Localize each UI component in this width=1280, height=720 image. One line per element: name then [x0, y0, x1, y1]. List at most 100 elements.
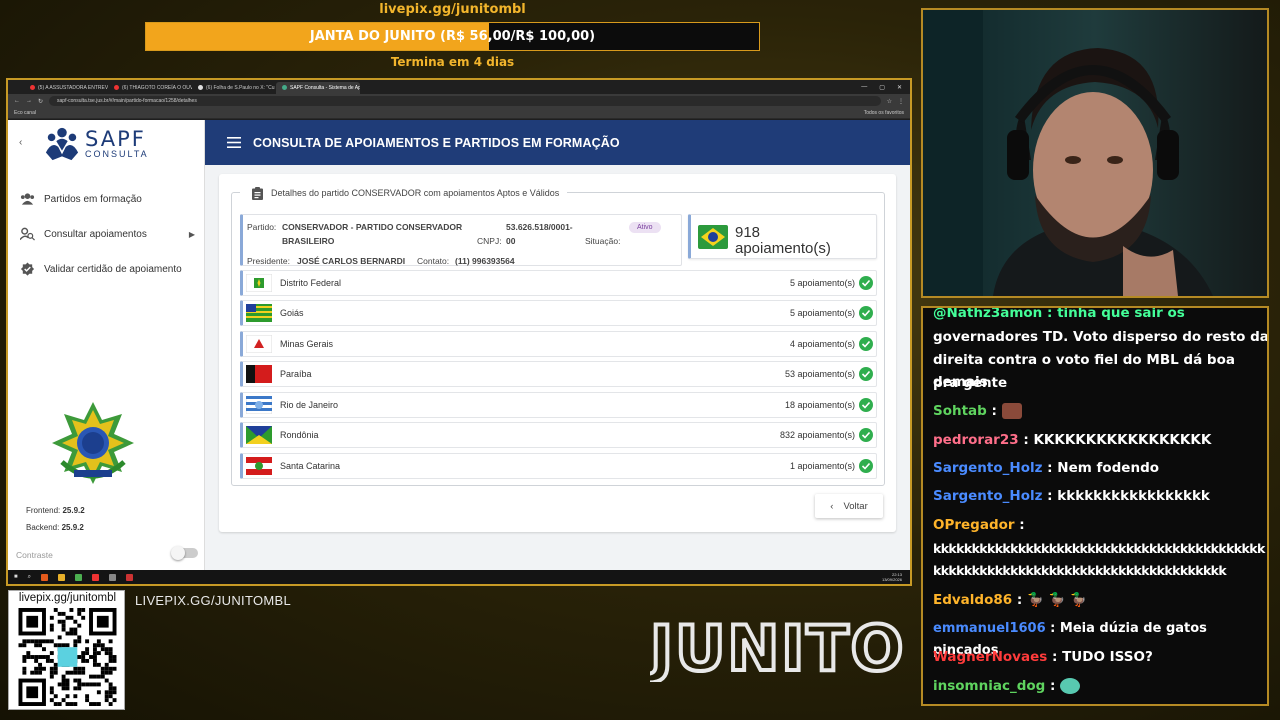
browser-tab[interactable]: (5) A ASSUSTADORA ENTREVI	[24, 82, 108, 94]
app-icon[interactable]	[109, 573, 116, 581]
person-search-icon	[20, 227, 35, 241]
sidebar-collapse-icon[interactable]: ‹	[19, 137, 22, 148]
browser-toolbar: ← → ↻ sapf-consulta.tse.jus.br/#/main/pa…	[8, 94, 910, 108]
state-name: Distrito Federal	[280, 278, 342, 288]
chat-username[interactable]: Sohtab	[933, 403, 987, 419]
app-icon[interactable]	[92, 573, 99, 581]
total-supports-label: apoiamento(s)	[735, 240, 831, 257]
chat-username[interactable]: Sargento_Holz	[933, 460, 1042, 476]
search-icon[interactable]: ⌕	[28, 574, 31, 581]
hamburger-menu-icon[interactable]	[227, 137, 241, 148]
chat-username[interactable]: pedrorar23	[933, 432, 1019, 448]
brazil-coat-of-arms-icon	[52, 402, 134, 484]
tab-favicon	[198, 85, 203, 90]
state-count: 4 apoiamento(s)	[789, 339, 855, 349]
app-icon[interactable]	[126, 573, 133, 581]
state-name: Minas Gerais	[280, 339, 334, 349]
chat-text: @Nathz3amon : tinha que sair os	[933, 306, 1185, 321]
total-supports-box: 918 apoiamento(s)	[688, 214, 877, 259]
svg-text:JUNITO: JUNITO	[650, 612, 905, 682]
sidebar: ‹ SAPF CONSULTA Partidos em formação Con…	[8, 120, 205, 572]
party-name-line1: CONSERVADOR - PARTIDO CONSERVADOR	[282, 222, 463, 232]
star-icon[interactable]: ☆	[887, 98, 892, 105]
top-bar: CONSULTA DE APOIAMENTOS E PARTIDOS EM FO…	[205, 120, 910, 165]
chat-text: :	[1045, 678, 1056, 694]
windows-start-icon[interactable]: ■	[14, 574, 18, 580]
state-row[interactable]: Distrito Federal 5 apoiamento(s)	[240, 270, 877, 296]
folder-icon[interactable]	[58, 573, 65, 581]
state-row[interactable]: Goiás 5 apoiamento(s)	[240, 300, 877, 326]
live-chat: @Nathz3amon : tinha que sair os governad…	[921, 306, 1269, 706]
sidebar-item-partidos[interactable]: Partidos em formação	[20, 190, 195, 208]
contact-phone: (11) 996393564	[455, 256, 515, 266]
chat-text: pra gente	[933, 375, 1008, 391]
chat-username[interactable]: Edvaldo86	[933, 592, 1012, 608]
browser-tab[interactable]: (6) Folha de S.Paulo no X: "Cu	[192, 82, 276, 94]
cnpj-line1: 53.626.518/0001-	[506, 222, 573, 232]
state-row[interactable]: Rio de Janeiro 18 apoiamento(s)	[240, 392, 877, 418]
logo-subtitle: CONSULTA	[85, 149, 149, 159]
sapf-app: ‹ SAPF CONSULTA Partidos em formação Con…	[8, 120, 910, 572]
tab-favicon	[282, 85, 287, 90]
fieldset-legend: Detalhes do partido CONSERVADOR com apoi…	[240, 184, 568, 202]
reload-icon[interactable]: ↻	[38, 98, 43, 105]
forward-arrow-icon[interactable]: →	[26, 98, 32, 104]
chat-message: WagnerNovaes : TUDO ISSO?	[933, 646, 1267, 668]
chat-emote-icon	[1001, 403, 1022, 419]
chat-message: OPregador :	[933, 514, 1267, 536]
go-flag-icon	[246, 304, 272, 322]
sidebar-item-label: Consultar apoiamentos	[44, 228, 147, 240]
check-circle-icon	[859, 337, 873, 351]
df-flag-icon	[246, 274, 272, 292]
sidebar-item-validar[interactable]: Validar certidão de apoiamento	[20, 260, 195, 278]
chat-message: @Nathz3amon : tinha que sair os	[933, 306, 1267, 324]
check-circle-icon	[859, 306, 873, 320]
president-name: JOSÉ CARLOS BERNARDI	[297, 256, 406, 266]
back-button-label: Voltar	[843, 500, 868, 512]
chevron-left-icon: ‹	[830, 500, 834, 512]
party-info-box: Partido: CONSERVADOR - PARTIDO CONSERVAD…	[240, 214, 682, 266]
browser-tab-active[interactable]: SAPF Consulta - Sistema de Ap	[276, 82, 360, 94]
maximize-icon[interactable]: ▢	[879, 84, 885, 91]
chat-message: kkkkkkkkkkkkkkkkkkkkkkkkkkkkkkkkkkkkkk	[933, 560, 1267, 582]
chrome-icon[interactable]	[75, 573, 82, 581]
window-controls: — ▢ ✕	[861, 84, 910, 94]
chat-message: Sargento_Holz : Nem fodendo	[933, 457, 1267, 479]
pb-flag-icon	[246, 365, 272, 383]
mg-flag-icon	[246, 335, 272, 353]
tab-label: (6) THIAGOTO COREÍA O OUVIN	[122, 85, 192, 91]
sidebar-item-consultar[interactable]: Consultar apoiamentos ▶	[20, 225, 195, 243]
chat-username[interactable]: Sargento_Holz	[933, 488, 1042, 504]
state-row[interactable]: Santa Catarina 1 apoiamento(s)	[240, 453, 877, 479]
frontend-version: 25.9.2	[62, 506, 85, 515]
contrast-toggle[interactable]	[171, 546, 198, 560]
party-label: Partido:	[247, 222, 277, 232]
sidebar-item-label: Validar certidão de apoiamento	[44, 263, 182, 275]
streamer-webcam-image	[923, 10, 1267, 296]
chat-username[interactable]: WagnerNovaes	[933, 649, 1047, 665]
clipboard-icon	[252, 186, 263, 200]
details-card: Detalhes do partido CONSERVADOR com apoi…	[219, 174, 896, 532]
state-row[interactable]: Paraíba 53 apoiamento(s)	[240, 361, 877, 387]
sc-flag-icon	[246, 457, 272, 475]
back-arrow-icon[interactable]: ←	[14, 98, 20, 104]
chat-username[interactable]: emmanuel1606	[933, 621, 1046, 636]
state-name: Santa Catarina	[280, 461, 341, 471]
all-favorites[interactable]: Todos os favoritos	[864, 110, 904, 116]
chat-username[interactable]: insomniac_dog	[933, 678, 1045, 694]
close-icon[interactable]: ✕	[897, 84, 902, 91]
brazil-flag-icon	[698, 225, 728, 249]
menu-dots-icon[interactable]: ⋮	[898, 98, 904, 105]
chat-username[interactable]: OPregador	[933, 517, 1015, 533]
chat-emote-icon	[1060, 678, 1081, 694]
bookmark-item[interactable]: Eco canal	[14, 110, 36, 116]
firefox-icon[interactable]	[41, 573, 48, 581]
minimize-icon[interactable]: —	[861, 84, 867, 91]
address-bar[interactable]: sapf-consulta.tse.jus.br/#/main/partido-…	[49, 96, 881, 106]
state-row[interactable]: Minas Gerais 4 apoiamento(s)	[240, 331, 877, 357]
junito-logo: JUNITO	[650, 610, 905, 682]
back-button[interactable]: ‹ Voltar	[815, 494, 883, 518]
party-name-line2: BRASILEIRO	[282, 236, 335, 246]
browser-tab[interactable]: (6) THIAGOTO COREÍA O OUVIN	[108, 82, 192, 94]
state-row[interactable]: Rondônia 832 apoiamento(s)	[240, 422, 877, 448]
